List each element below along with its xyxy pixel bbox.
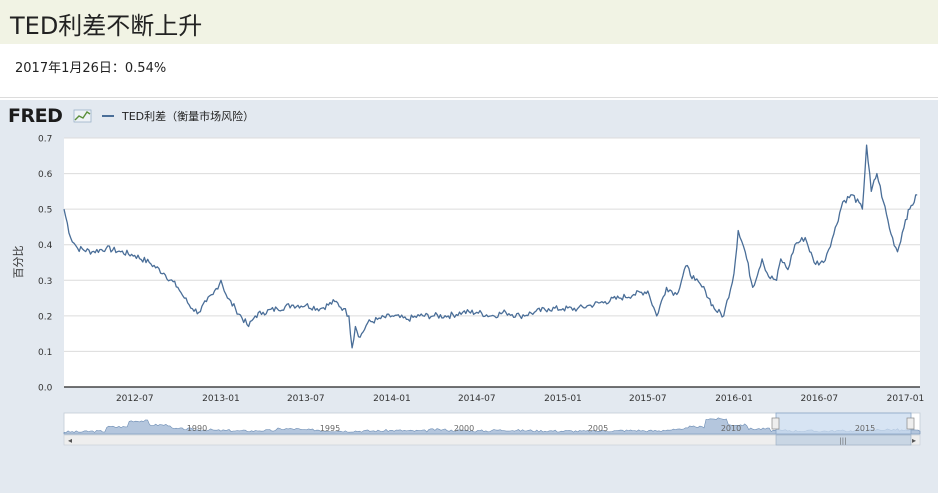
y-tick-label: 0.1 <box>38 348 52 358</box>
x-tick-label: 2014-01 <box>373 394 411 404</box>
fred-logo: FRED <box>8 105 62 127</box>
plot-area <box>64 138 920 387</box>
grip-icon: ||| <box>839 437 846 445</box>
x-tick-labels: 2012-07 2013-01 2013-07 2014-01 2014-07 2015-… <box>116 394 924 404</box>
y-tick-label: 0.2 <box>38 312 52 322</box>
x-tick-label: 2012-07 <box>116 394 154 404</box>
navigator-window[interactable] <box>775 412 912 435</box>
legend-label: TED利差（衡量市场风险） <box>121 109 254 123</box>
navigator-label: 2000 <box>454 424 474 433</box>
chevron-left-icon[interactable]: ◂ <box>68 436 72 445</box>
y-tick-labels: 0.0 0.1 0.2 0.3 0.4 0.5 0.6 0.7 <box>38 135 53 394</box>
y-tick-label: 0.3 <box>38 277 52 287</box>
x-tick-label: 2016-01 <box>715 394 753 404</box>
chart-svg: FRED TED利差（衡量市场风险） 0.0 0.1 0.2 0.3 0.4 0.5 0.6… <box>8 105 924 446</box>
x-tick-label: 2015-07 <box>629 394 667 404</box>
navigator-label: 2005 <box>588 424 608 433</box>
navigator-label: 1990 <box>187 424 207 433</box>
x-tick-label: 2013-01 <box>202 394 240 404</box>
y-tick-label: 0.0 <box>38 384 53 394</box>
navigator-label: 2010 <box>721 424 741 433</box>
x-tick-label: 2014-07 <box>458 394 496 404</box>
range-navigator[interactable]: 1990 1995 2000 2005 2010 2015 ||| ◂ ▸ <box>63 412 921 446</box>
x-tick-label: 2016-07 <box>800 394 838 404</box>
chevron-right-icon[interactable]: ▸ <box>912 436 916 445</box>
x-tick-label: 2015-01 <box>544 394 582 404</box>
x-tick-label: 2017-01 <box>887 394 925 404</box>
y-tick-label: 0.7 <box>38 135 52 145</box>
x-tick-label: 2013-07 <box>287 394 325 404</box>
y-tick-label: 0.4 <box>38 241 53 251</box>
navigator-label: 1995 <box>320 424 340 433</box>
y-tick-label: 0.5 <box>38 206 52 216</box>
y-tick-label: 0.6 <box>38 170 53 180</box>
line-chart-icon <box>73 109 92 123</box>
y-axis-label: 百分比 <box>12 246 25 279</box>
navigator-label: 2015 <box>855 424 875 433</box>
